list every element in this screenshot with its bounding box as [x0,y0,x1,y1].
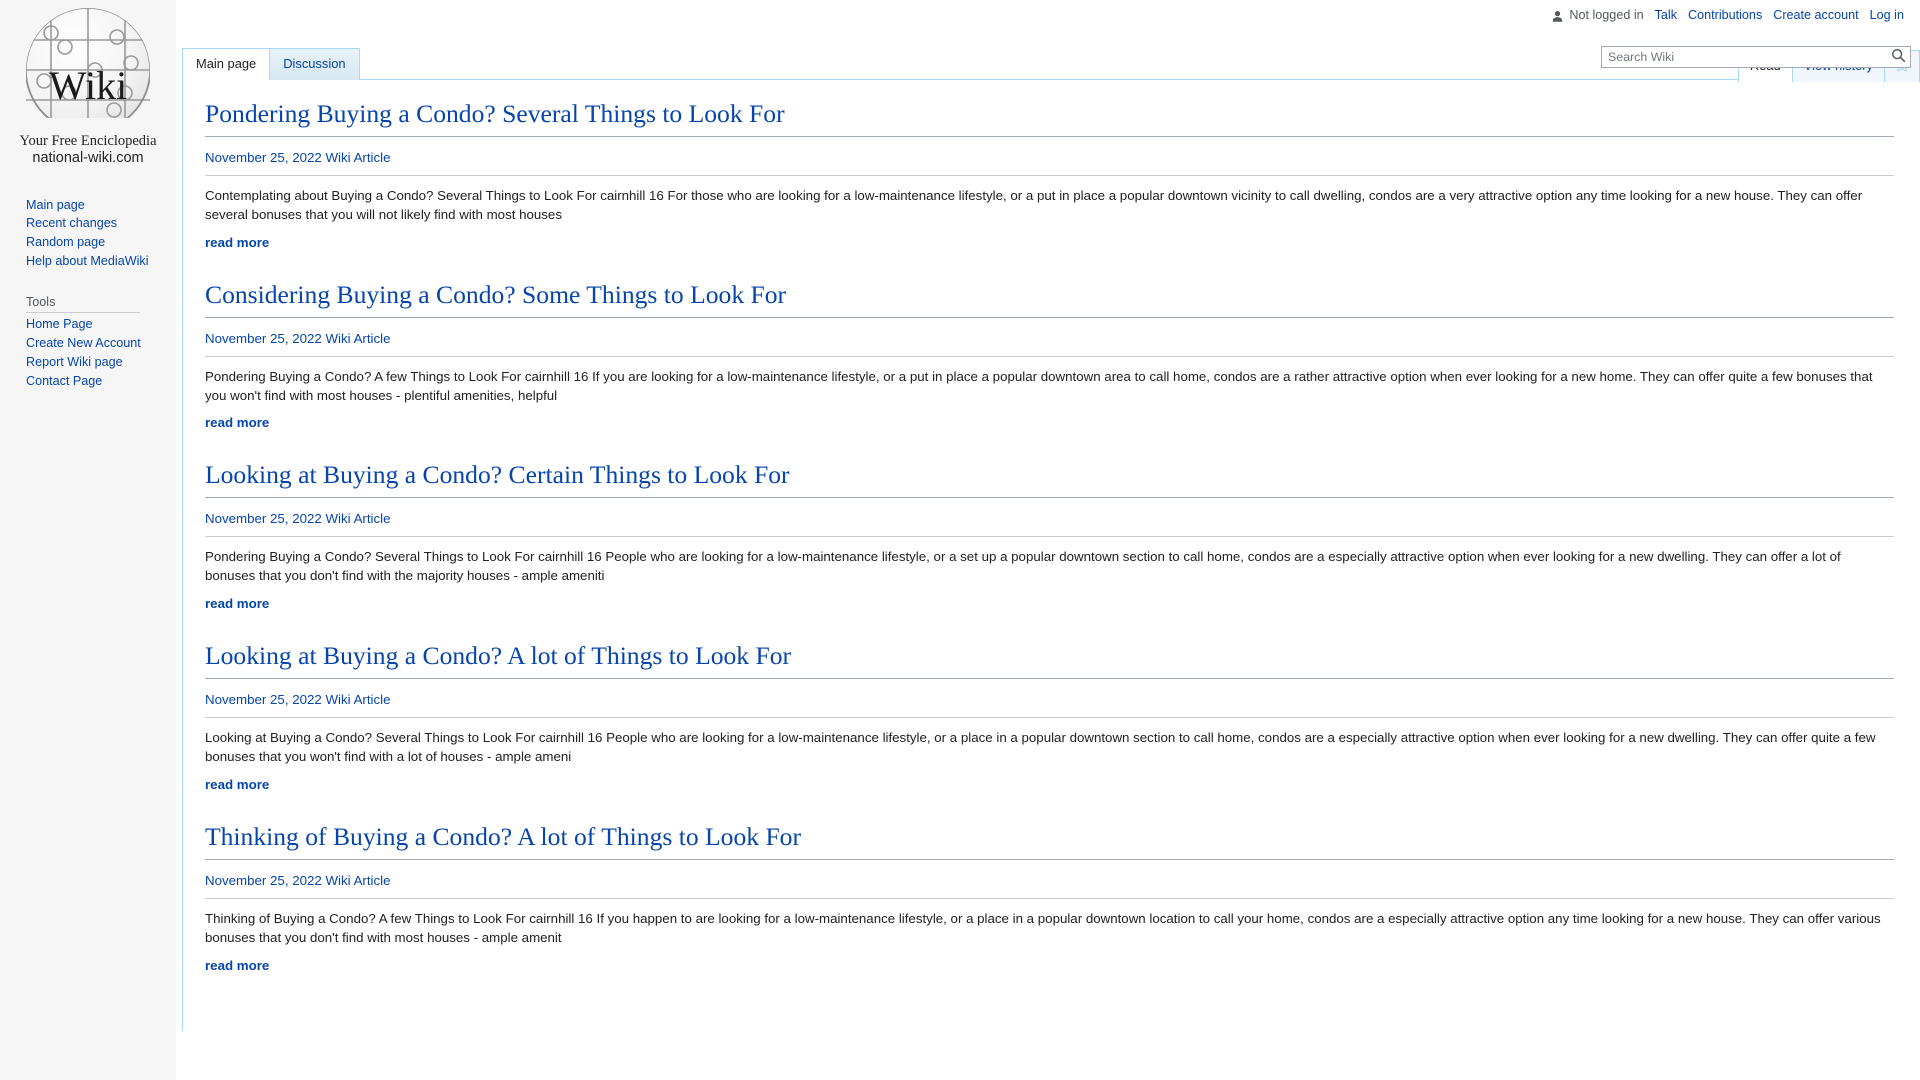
article-excerpt: Pondering Buying a Condo? A few Things t… [205,368,1873,403]
article-meta: November 25, 2022 Wiki Article [205,331,1894,357]
article-meta: November 25, 2022 Wiki Article [205,150,1894,176]
article-title-link[interactable]: Thinking of Buying a Condo? A lot of Thi… [205,822,801,851]
article-date[interactable]: November 25, 2022 [205,150,322,165]
sidebar-item-random-page[interactable]: Random page [26,235,176,251]
article-title[interactable]: Looking at Buying a Condo? A lot of Thin… [205,640,1894,680]
sidebar-tools-heading: Tools [26,295,140,313]
article-date[interactable]: November 25, 2022 [205,873,322,888]
article-category[interactable]: Wiki Article [326,511,391,526]
article-title[interactable]: Pondering Buying a Condo? Several Things… [205,98,1894,137]
search-input[interactable] [1601,46,1911,68]
sidebar-item-help-about-mediawiki[interactable]: Help about MediaWiki [26,254,176,270]
article-date[interactable]: November 25, 2022 [205,692,322,707]
article-title-link[interactable]: Considering Buying a Condo? Some Things … [205,280,786,309]
sidebar: Wiki Your Free Enciclopedia national-wik… [0,0,176,1080]
content-region: Main page Discussion Read View history P… [176,0,1920,1080]
article-category[interactable]: Wiki Article [326,150,391,165]
article-excerpt: Pondering Buying a Condo? Several Things… [205,549,1841,584]
read-more-link[interactable]: read more [205,958,269,973]
read-more-link[interactable]: read more [205,596,269,611]
article-item: Considering Buying a Condo? Some Things … [205,279,1894,457]
logo-wordmark: Wiki [48,63,126,108]
sidebar-item-report-wiki-page[interactable]: Report Wiki page [26,355,176,371]
sidebar-item-contact-page[interactable]: Contact Page [26,374,176,390]
logo-tagline-2: national-wiki.com [32,150,144,167]
article-title-link[interactable]: Looking at Buying a Condo? Certain Thing… [205,460,790,489]
sidebar-navigation: Main page Recent changes Random page Hel… [0,198,176,390]
article-excerpt: Contemplating about Buying a Condo? Seve… [205,187,1863,222]
namespace-tabs: Main page Discussion [182,48,360,80]
sidebar-item-home-page[interactable]: Home Page [26,317,176,333]
article-title[interactable]: Thinking of Buying a Condo? A lot of Thi… [205,821,1894,860]
article-item: Looking at Buying a Condo? Certain Thing… [205,459,1894,637]
article-excerpt: Thinking of Buying a Condo? A few Things… [205,910,1881,945]
article-item: Looking at Buying a Condo? A lot of Thin… [205,640,1894,818]
article-list: Pondering Buying a Condo? Several Things… [182,79,1920,1031]
article-meta: November 25, 2022 Wiki Article [205,873,1894,899]
article-title-link[interactable]: Looking at Buying a Condo? A lot of Thin… [205,641,791,670]
article-meta: November 25, 2022 Wiki Article [205,511,1894,538]
article-title[interactable]: Looking at Buying a Condo? Certain Thing… [205,459,1894,499]
article-meta: November 25, 2022 Wiki Article [205,692,1894,719]
read-more-link[interactable]: read more [205,777,269,792]
search-form [1601,46,1911,68]
article-item: Thinking of Buying a Condo? A lot of Thi… [205,821,1894,999]
article-title[interactable]: Considering Buying a Condo? Some Things … [205,279,1894,318]
sidebar-item-main-page[interactable]: Main page [26,198,176,214]
article-category[interactable]: Wiki Article [326,331,391,346]
tab-discussion[interactable]: Discussion [269,48,360,80]
search-button[interactable] [1889,48,1907,66]
logo-tagline-1: Your Free Enciclopedia [19,133,157,149]
sidebar-item-recent-changes[interactable]: Recent changes [26,216,176,232]
article-category[interactable]: Wiki Article [326,692,391,707]
search-icon [1891,48,1906,66]
article-category[interactable]: Wiki Article [326,873,391,888]
article-date[interactable]: November 25, 2022 [205,331,322,346]
read-more-link[interactable]: read more [205,235,269,250]
article-title-link[interactable]: Pondering Buying a Condo? Several Things… [205,99,785,128]
site-logo-block[interactable]: Wiki Your Free Enciclopedia national-wik… [0,0,176,168]
article-excerpt: Looking at Buying a Condo? Several Thing… [205,730,1876,765]
puzzle-globe-icon: Wiki [21,6,156,131]
tab-main-page[interactable]: Main page [182,48,271,80]
article-date[interactable]: November 25, 2022 [205,511,322,526]
read-more-link[interactable]: read more [205,415,269,430]
sidebar-item-create-new-account[interactable]: Create New Account [26,336,176,352]
article-item: Pondering Buying a Condo? Several Things… [205,98,1894,276]
